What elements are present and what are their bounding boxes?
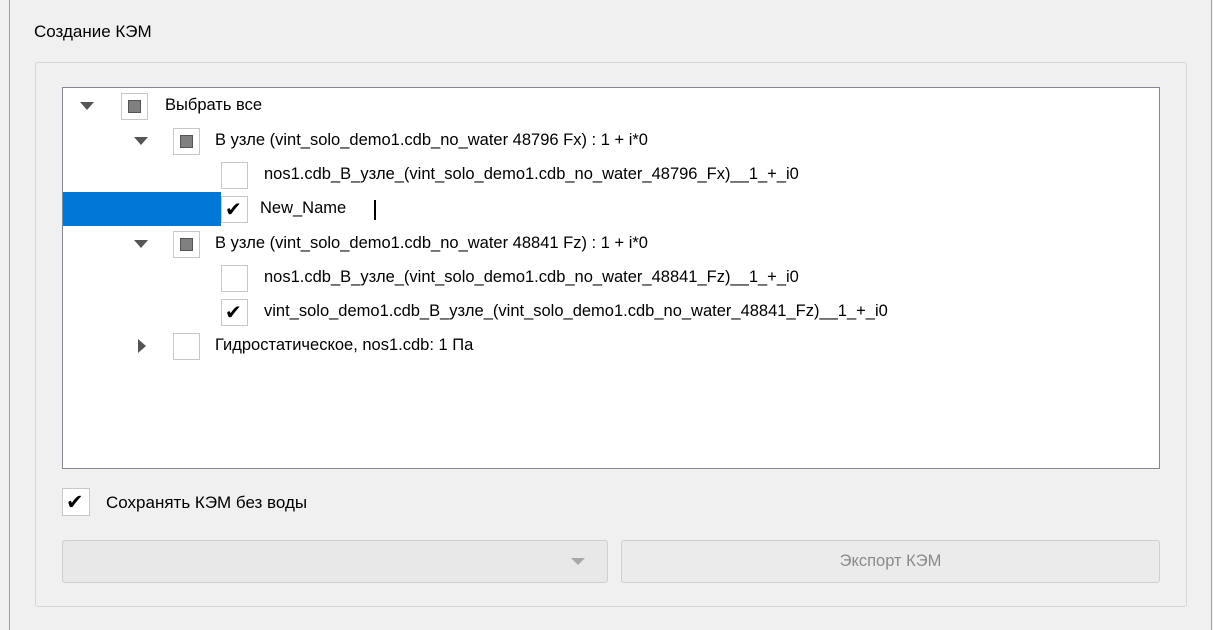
node3-label: Гидростатическое, nos1.cdb: 1 Па	[215, 336, 474, 354]
select-all-label: Выбрать все	[165, 96, 263, 114]
text-cursor	[374, 200, 376, 220]
rename-edit-field[interactable]: New_Name	[260, 199, 346, 218]
tree-row-node1-child2[interactable]: New_Name	[63, 192, 1159, 226]
node1-child2-checkbox[interactable]	[221, 196, 248, 223]
node2-child2-checkbox[interactable]	[221, 299, 248, 326]
save-without-water-checkbox[interactable]	[62, 488, 90, 516]
node1-child1-checkbox[interactable]	[221, 162, 248, 189]
tree-row-select-all[interactable]: Выбрать все	[63, 89, 1159, 123]
node1-label: В узле (vint_solo_demo1.cdb_no_water 487…	[215, 131, 648, 149]
node1-child1-label: nos1.cdb_B_узле_(vint_solo_demo1.cdb_no_…	[264, 165, 799, 183]
tree-row-node2-child2[interactable]: vint_solo_demo1.cdb_B_узле_(vint_solo_de…	[63, 295, 1159, 329]
node3-checkbox[interactable]	[173, 333, 200, 360]
node2-checkbox[interactable]	[173, 231, 200, 258]
node1-checkbox[interactable]	[173, 128, 200, 155]
model-tree[interactable]: Выбрать все В узле (vint_solo_demo1.cdb_…	[62, 87, 1160, 469]
node2-label: В узле (vint_solo_demo1.cdb_no_water 488…	[215, 234, 648, 252]
collapse-arrow-icon[interactable]	[133, 134, 148, 148]
node2-child1-checkbox[interactable]	[221, 265, 248, 292]
tree-row-node1-child1[interactable]: nos1.cdb_B_узле_(vint_solo_demo1.cdb_no_…	[63, 158, 1159, 192]
node2-child1-label: nos1.cdb_B_узле_(vint_solo_demo1.cdb_no_…	[264, 268, 799, 286]
node2-child2-label: vint_solo_demo1.cdb_B_узле_(vint_solo_de…	[264, 302, 888, 320]
group-title: Создание КЭМ	[34, 22, 152, 41]
select-all-checkbox[interactable]	[121, 93, 148, 120]
tree-row-node3[interactable]: Гидростатическое, nos1.cdb: 1 Па	[63, 329, 1159, 363]
model-select-combo[interactable]	[62, 540, 608, 583]
export-kem-button[interactable]: Экспорт КЭМ	[621, 540, 1160, 583]
chevron-down-icon	[571, 558, 585, 565]
tree-row-node1[interactable]: В узле (vint_solo_demo1.cdb_no_water 487…	[63, 124, 1159, 158]
selection-highlight	[63, 192, 221, 226]
collapse-arrow-icon[interactable]	[133, 237, 148, 251]
tree-row-node2[interactable]: В узле (vint_solo_demo1.cdb_no_water 488…	[63, 227, 1159, 261]
expand-arrow-icon[interactable]	[135, 339, 149, 353]
save-without-water-label: Сохранять КЭМ без воды	[106, 493, 308, 512]
tree-row-node2-child1[interactable]: nos1.cdb_B_узле_(vint_solo_demo1.cdb_no_…	[63, 261, 1159, 295]
collapse-arrow-icon[interactable]	[79, 99, 94, 113]
